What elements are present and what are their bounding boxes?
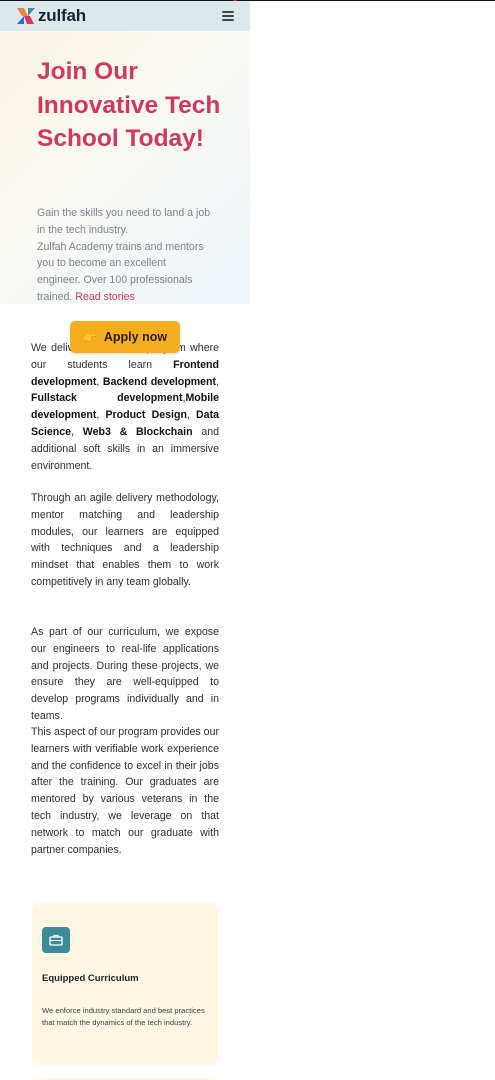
experience-paragraph: This aspect of our program provides our …	[31, 726, 219, 856]
track-web3: Web3 & Blockchain	[82, 425, 193, 438]
feature-card: Equipped Curriculum We enforce industry …	[32, 903, 218, 1065]
zulfah-logo-icon	[17, 8, 35, 24]
hamburger-menu-icon[interactable]	[222, 11, 234, 21]
track-backend: Backend development	[102, 375, 217, 388]
apply-now-label: Apply now	[103, 330, 168, 344]
methodology-paragraph: Through an agile delivery methodology, m…	[31, 492, 219, 588]
navbar: zulfah	[0, 1, 250, 31]
hero-desc-line1: Gain the skills you need to land a job i…	[37, 207, 211, 236]
feature-card-description: We enforce industry standard and best pr…	[42, 1006, 205, 1028]
read-stories-link[interactable]: Read stories	[75, 291, 134, 303]
mobile-viewport: zulfah Join Our Innovative Tech School T…	[0, 1, 250, 1080]
track-product-design: Product Design	[105, 409, 187, 422]
hero-title: Join Our Innovative Tech School Today!	[37, 58, 221, 152]
program-paragraph: We deliver a 6 months program where our …	[31, 342, 219, 472]
track-fullstack: Fullstack development	[31, 392, 183, 405]
briefcase-icon	[42, 927, 70, 953]
apply-now-button[interactable]: 👉 Apply now	[70, 321, 180, 353]
curriculum-paragraph: As part of our curriculum, we expose our…	[31, 626, 219, 722]
pointing-hand-icon: 👉	[82, 330, 98, 344]
brand-name: zulfah	[38, 6, 86, 25]
logo[interactable]: zulfah	[16, 6, 86, 26]
feature-card-title: Equipped Curriculum	[42, 973, 139, 984]
hero-description: Gain the skills you need to land a job i…	[37, 205, 212, 306]
hero-section: Join Our Innovative Tech School Today! G…	[0, 31, 250, 304]
